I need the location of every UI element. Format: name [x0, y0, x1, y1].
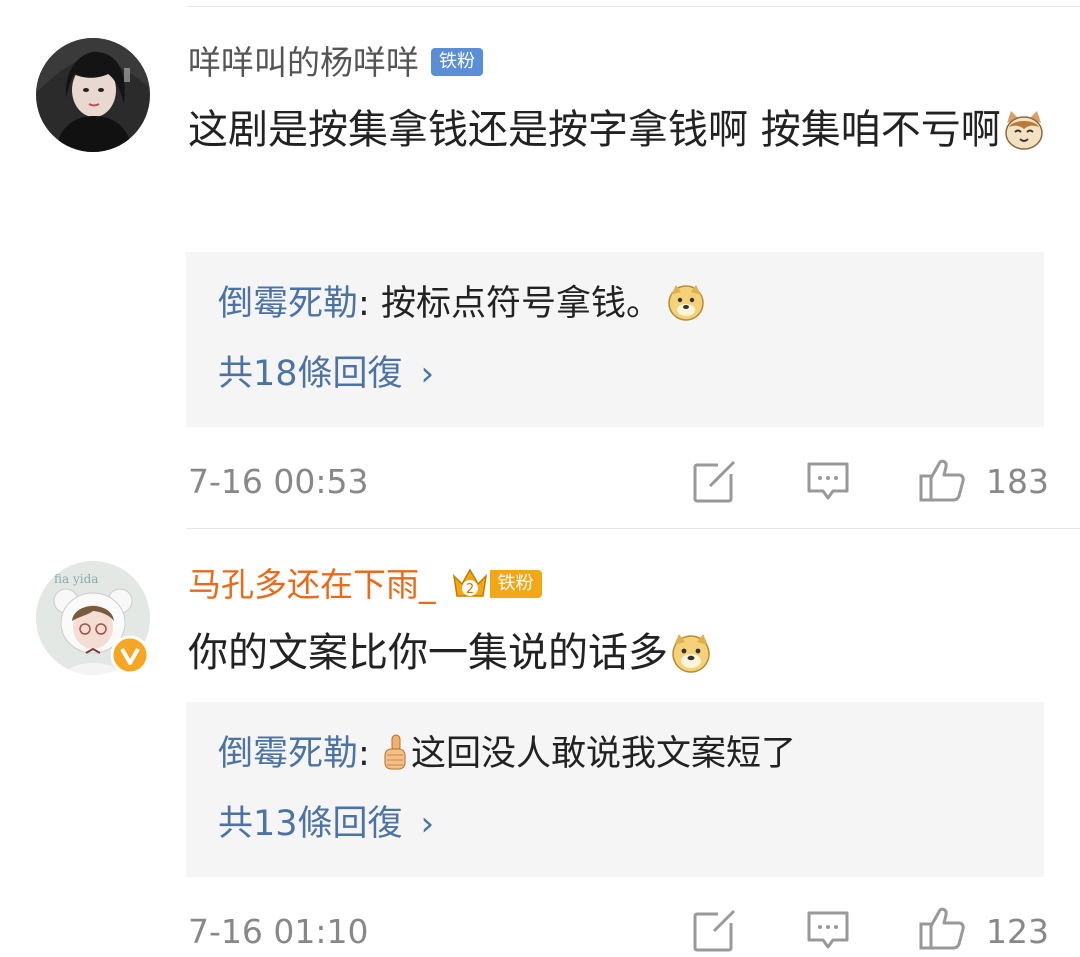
comment-text: 这剧是按集拿钱还是按字拿钱啊 按集咱不亏啊 [188, 107, 1001, 153]
crown-icon: 2 [450, 564, 490, 604]
comment-content: 这剧是按集拿钱还是按字拿钱啊 按集咱不亏啊 [188, 97, 1048, 163]
comment-content: 你的文案比你一集说的话多 [188, 620, 1048, 686]
comment-icon[interactable] [806, 909, 850, 953]
share-icon[interactable] [692, 460, 736, 504]
reply-preview-box[interactable]: 倒霉死勒: 这回没人敢说我文案短了 共13條回復 › [186, 702, 1044, 877]
username[interactable]: 咩咩叫的杨咩咩 铁粉 [188, 43, 483, 83]
verified-badge-icon [110, 635, 150, 675]
username-text: 马孔多还在下雨_ [188, 565, 436, 604]
reply-separator: : [358, 284, 381, 324]
like-count: 183 [986, 462, 1049, 501]
like-count: 123 [986, 912, 1049, 951]
comment-timestamp: 7-16 00:53 [188, 462, 369, 501]
reply-separator: : [358, 734, 381, 774]
reply-count-text: 共13條回復 [218, 804, 403, 844]
comment-timestamp: 7-16 01:10 [188, 912, 369, 951]
view-replies-link[interactable]: 共13條回復 › [218, 802, 434, 846]
comment-divider [186, 528, 1080, 529]
svg-text:fia yida: fia yida [54, 572, 98, 586]
reply-preview-box[interactable]: 倒霉死勒: 按标点符号拿钱。 共18條回復 › [186, 252, 1044, 427]
comment-text: 你的文案比你一集说的话多 [188, 630, 668, 676]
thumbs-up-icon[interactable] [918, 904, 966, 952]
username-text: 咩咩叫的杨咩咩 [188, 43, 419, 82]
thumbs-up-icon[interactable] [918, 456, 966, 504]
avatar-image [36, 38, 150, 152]
reply-text: 按标点符号拿钱。 [380, 284, 661, 324]
top-divider [186, 6, 1080, 7]
reply-author[interactable]: 倒霉死勒 [218, 734, 358, 774]
doge-emoji-icon [670, 628, 712, 673]
reply-count-text: 共18條回復 [218, 354, 403, 394]
chevron-right-icon: › [420, 804, 435, 844]
svg-text:2: 2 [465, 582, 473, 597]
avatar[interactable] [36, 38, 150, 152]
reply-author[interactable]: 倒霉死勒 [218, 284, 358, 324]
comment-icon[interactable] [806, 460, 850, 504]
fan-badge: 铁粉 [489, 569, 542, 598]
reply-preview: 倒霉死勒: 按标点符号拿钱。 [218, 282, 705, 326]
chevron-right-icon: › [420, 354, 435, 394]
fan-badge: 铁粉 [431, 47, 483, 76]
reply-text: 这回没人敢说我文案短了 [410, 734, 796, 774]
doge-emoji-icon [667, 283, 705, 321]
view-replies-link[interactable]: 共18條回復 › [218, 352, 434, 396]
cat-emoji-icon [1003, 105, 1045, 150]
reply-preview: 倒霉死勒: 这回没人敢说我文案短了 [218, 732, 796, 776]
thumbs-up-emoji-icon [381, 733, 411, 771]
share-icon[interactable] [692, 909, 736, 953]
username[interactable]: 马孔多还在下雨_ 2 铁粉 [188, 565, 542, 607]
